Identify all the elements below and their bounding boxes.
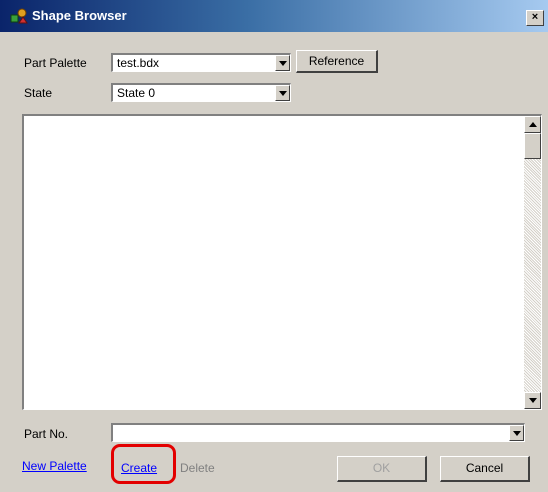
ok-button-label: OK [372, 461, 391, 475]
scroll-up-button[interactable] [524, 116, 541, 133]
reference-button[interactable]: Reference [296, 50, 378, 73]
shape-browser-dialog: Shape Browser × Part Palette test.bdx Re… [0, 0, 548, 492]
part-palette-label: Part Palette [24, 56, 87, 70]
part-no-dropdown[interactable] [111, 423, 525, 442]
state-value: State 0 [117, 86, 156, 100]
reference-button-label: Reference [308, 54, 365, 68]
window-title: Shape Browser [32, 8, 127, 23]
part-palette-dropdown-arrow[interactable] [275, 55, 290, 71]
parts-list-scrollbar[interactable] [524, 116, 541, 409]
title-bar[interactable]: Shape Browser × [0, 0, 548, 32]
part-palette-dropdown[interactable]: test.bdx [111, 53, 291, 72]
close-button[interactable]: × [526, 10, 544, 26]
new-palette-link[interactable]: New Palette [22, 459, 87, 473]
part-no-dropdown-arrow[interactable] [509, 425, 524, 441]
chevron-down-icon [279, 61, 287, 66]
chevron-down-icon [279, 91, 287, 96]
shapes-app-icon [10, 8, 28, 24]
state-dropdown-arrow[interactable] [275, 85, 290, 101]
state-label: State [24, 86, 53, 100]
part-no-label: Part No. [24, 427, 69, 441]
cancel-button[interactable]: Cancel [440, 456, 530, 482]
state-dropdown[interactable]: State 0 [111, 83, 291, 102]
create-highlight-annotation [111, 444, 176, 484]
ok-button: OK [337, 456, 427, 482]
chevron-down-icon [513, 431, 521, 436]
delete-link: Delete [180, 461, 215, 475]
arrow-up-icon [529, 122, 537, 127]
scroll-thumb[interactable] [524, 133, 541, 159]
arrow-down-icon [529, 398, 537, 403]
scroll-down-button[interactable] [524, 392, 541, 409]
part-palette-value: test.bdx [117, 56, 160, 70]
cancel-button-label: Cancel [465, 461, 504, 475]
close-icon: × [531, 11, 539, 23]
parts-list[interactable] [22, 114, 542, 410]
